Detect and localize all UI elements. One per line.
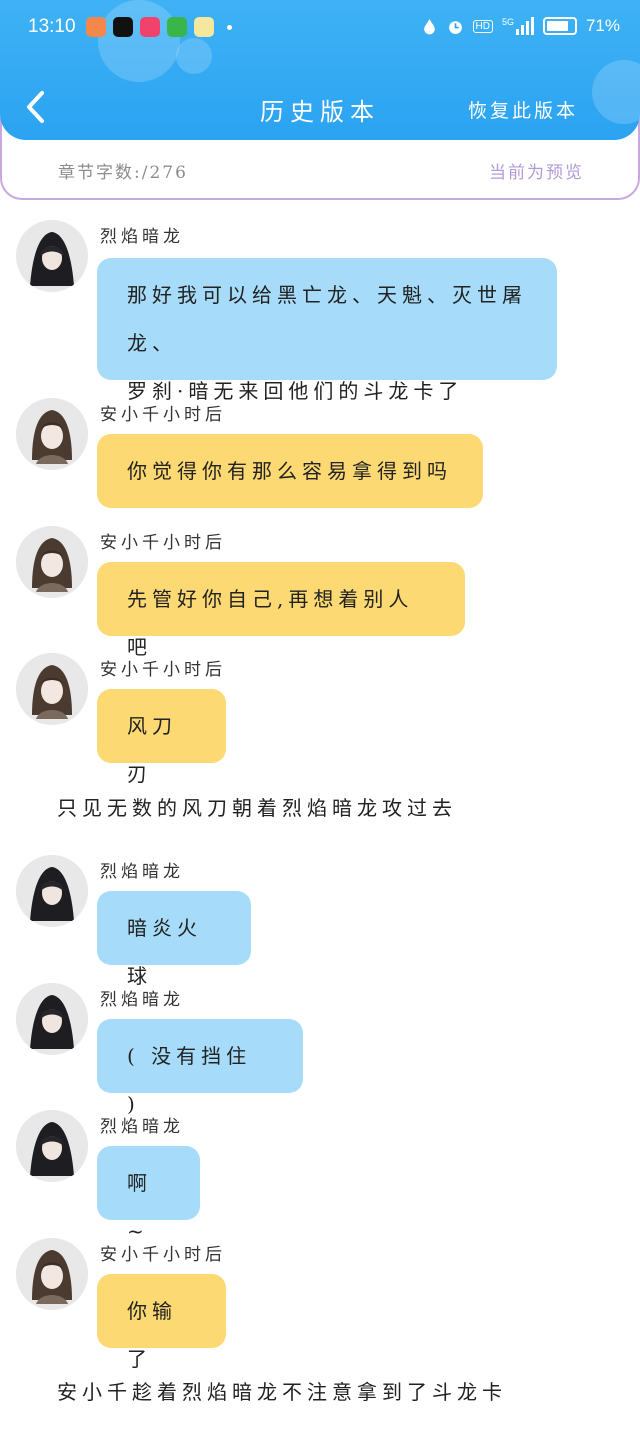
- chat-app-icon: [194, 17, 214, 37]
- alarm-icon: [448, 20, 462, 34]
- battery-percent: 71%: [585, 16, 620, 35]
- info-bar: 章节字数:/276 当前为预览: [0, 140, 640, 196]
- iqiyi-icon: [167, 17, 187, 37]
- signal-icon: 5G: [502, 17, 534, 35]
- restore-version-button[interactable]: 恢复此版本: [468, 96, 578, 123]
- message-bubble: 先管好你自己,再想着别人吧: [97, 562, 465, 659]
- battery-icon: [542, 17, 577, 35]
- brown-haired-character-avatar-icon: [16, 526, 88, 598]
- speaker-name: 安小千小时后: [100, 1245, 226, 1265]
- narration-text: 只见无数的风刀朝着烈焰暗龙攻过去: [57, 796, 457, 820]
- message-bubble: 那好我可以给黑亡龙、天魁、灭世屠龙、 罗刹·暗无来回他们的斗龙卡了: [97, 258, 557, 403]
- avatar[interactable]: [16, 983, 88, 1055]
- speaker-name: 烈焰暗龙: [100, 1117, 184, 1137]
- notification-icons: [86, 17, 232, 37]
- hooded-character-avatar-icon: [16, 220, 88, 292]
- video-app-icon: [140, 17, 160, 37]
- message-bubble: 风刀刃: [97, 689, 226, 786]
- system-icons: HD 5G 71%: [421, 16, 620, 36]
- message-bubble: ( 没有挡住 ): [97, 1019, 303, 1116]
- avatar[interactable]: [16, 653, 88, 725]
- hooded-character-avatar-icon: [16, 983, 88, 1055]
- brown-haired-character-avatar-icon: [16, 653, 88, 725]
- preview-status: 当前为预览: [489, 163, 584, 183]
- brown-haired-character-avatar-icon: [16, 398, 88, 470]
- speaker-name: 烈焰暗龙: [100, 862, 184, 882]
- speaker-name: 安小千小时后: [100, 405, 226, 425]
- message-bubble: 你输了: [97, 1274, 226, 1371]
- avatar[interactable]: [16, 1110, 88, 1182]
- message-bubble: 啊~: [97, 1146, 200, 1243]
- speaker-name: 烈焰暗龙: [100, 227, 184, 247]
- speaker-name: 烈焰暗龙: [100, 990, 184, 1010]
- word-count: 章节字数:/276: [58, 163, 188, 183]
- status-bar: 13:10 HD 5G 71%: [0, 0, 640, 56]
- taobao-icon: [86, 17, 106, 37]
- narration-text: 安小千趁着烈焰暗龙不注意拿到了斗龙卡: [57, 1380, 507, 1404]
- hooded-character-avatar-icon: [16, 855, 88, 927]
- hd-icon: HD: [472, 19, 493, 33]
- message-bubble: 暗炎火球: [97, 891, 251, 988]
- avatar[interactable]: [16, 398, 88, 470]
- avatar[interactable]: [16, 220, 88, 292]
- avatar[interactable]: [16, 526, 88, 598]
- tiktok-icon: [113, 17, 133, 37]
- message-bubble: 你觉得你有那么容易拿得到吗: [97, 434, 483, 508]
- speaker-name: 安小千小时后: [100, 533, 226, 553]
- app-header: 13:10 HD 5G 71% 历史版本 恢复此版本: [0, 0, 640, 140]
- water-drop-icon: [423, 18, 435, 34]
- brown-haired-character-avatar-icon: [16, 1238, 88, 1310]
- avatar[interactable]: [16, 1238, 88, 1310]
- speaker-name: 安小千小时后: [100, 660, 226, 680]
- status-time: 13:10: [28, 16, 76, 37]
- more-notifications-dot: [227, 24, 232, 30]
- hooded-character-avatar-icon: [16, 1110, 88, 1182]
- avatar[interactable]: [16, 855, 88, 927]
